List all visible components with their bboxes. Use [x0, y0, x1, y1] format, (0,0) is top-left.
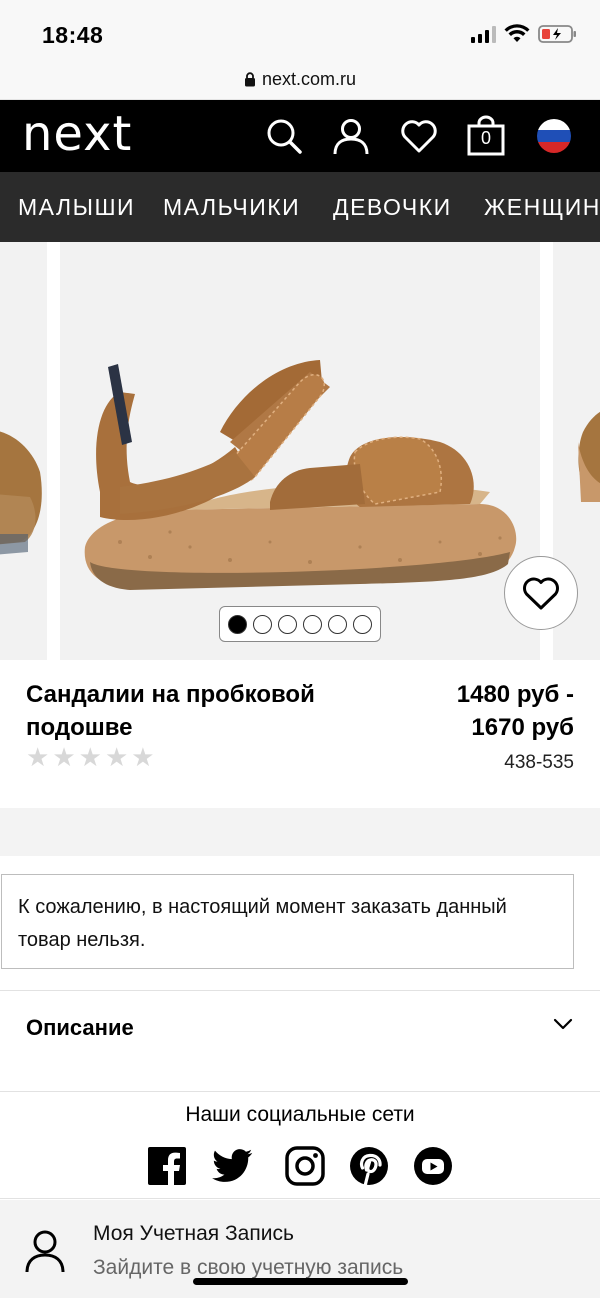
account-subtitle[interactable]: Зайдите в свою учетную запись	[93, 1256, 403, 1280]
product-price: 1480 руб - 1670 руб	[456, 681, 574, 741]
nav-item-babies[interactable]: МАЛЫШИ	[18, 194, 135, 221]
description-accordion[interactable]: Описание	[0, 990, 600, 1092]
url-bar[interactable]: next.com.ru	[0, 60, 600, 100]
battery-icon	[538, 25, 576, 43]
status-time: 18:48	[42, 22, 104, 48]
star-icon: ★	[26, 742, 50, 772]
star-icon: ★	[131, 742, 155, 772]
shopping-bag-icon[interactable]: 0	[464, 114, 508, 158]
social-title: Наши социальные сети	[185, 1103, 415, 1126]
nav-item-boys[interactable]: МАЛЬЧИКИ	[163, 194, 300, 221]
star-icon: ★	[78, 742, 102, 772]
youtube-icon[interactable]	[412, 1145, 454, 1187]
twitter-icon[interactable]	[212, 1145, 254, 1187]
wifi-icon	[504, 24, 530, 42]
gallery-slide-prev[interactable]	[0, 242, 47, 660]
bag-count: 0	[480, 128, 491, 148]
product-gallery[interactable]	[0, 242, 600, 662]
russia-flag-icon[interactable]	[532, 114, 576, 158]
star-icon: ★	[104, 742, 129, 772]
pager-dot-3[interactable]	[278, 614, 297, 634]
pager-dot-5[interactable]	[328, 614, 347, 634]
lock-icon	[244, 72, 255, 87]
chevron-down-icon	[553, 1018, 573, 1030]
description-label: Описание	[26, 1015, 134, 1040]
nav-item-girls[interactable]: ДЕВОЧКИ	[333, 194, 452, 221]
account-title: Моя Учетная Запись	[93, 1222, 294, 1245]
site-header: next 0	[0, 100, 600, 172]
heart-icon	[523, 577, 559, 610]
category-nav: МАЛЫШИ МАЛЬЧИКИ ДЕВОЧКИ ЖЕНЩИН	[0, 172, 600, 242]
social-section: Наши социальные сети	[0, 1093, 600, 1199]
pager-dot-1[interactable]	[228, 614, 247, 634]
search-icon[interactable]	[262, 114, 306, 158]
signal-icon	[471, 25, 496, 43]
add-to-wishlist-button[interactable]	[504, 556, 578, 630]
wishlist-icon[interactable]	[397, 114, 441, 158]
home-indicator	[193, 1278, 408, 1285]
status-bar: 18:48	[0, 0, 600, 60]
nav-item-women[interactable]: ЖЕНЩИН	[484, 194, 600, 221]
status-icons	[471, 24, 578, 44]
facebook-icon[interactable]	[146, 1145, 188, 1187]
section-divider	[0, 808, 600, 856]
pager-dot-6[interactable]	[353, 614, 372, 634]
account-icon[interactable]	[329, 114, 373, 158]
product-title: Сандалии на пробковой подошве	[26, 681, 315, 741]
instagram-icon[interactable]	[284, 1145, 326, 1187]
url-text: next.com.ru	[261, 69, 357, 89]
site-logo[interactable]: next	[22, 106, 132, 162]
star-icon: ★	[52, 742, 76, 772]
product-sku: 438-535	[504, 752, 574, 773]
gallery-slide-main[interactable]	[60, 242, 540, 660]
pager-dot-2[interactable]	[253, 614, 272, 634]
rating-stars[interactable]: ★ ★ ★ ★ ★	[26, 744, 155, 770]
product-image	[84, 360, 517, 590]
pinterest-icon[interactable]	[348, 1145, 390, 1187]
pager-dot-4[interactable]	[303, 614, 322, 634]
gallery-pager[interactable]	[219, 606, 381, 642]
user-icon	[25, 1230, 65, 1273]
unavailable-notice: К сожалению, в настоящий момент заказать…	[1, 874, 574, 969]
